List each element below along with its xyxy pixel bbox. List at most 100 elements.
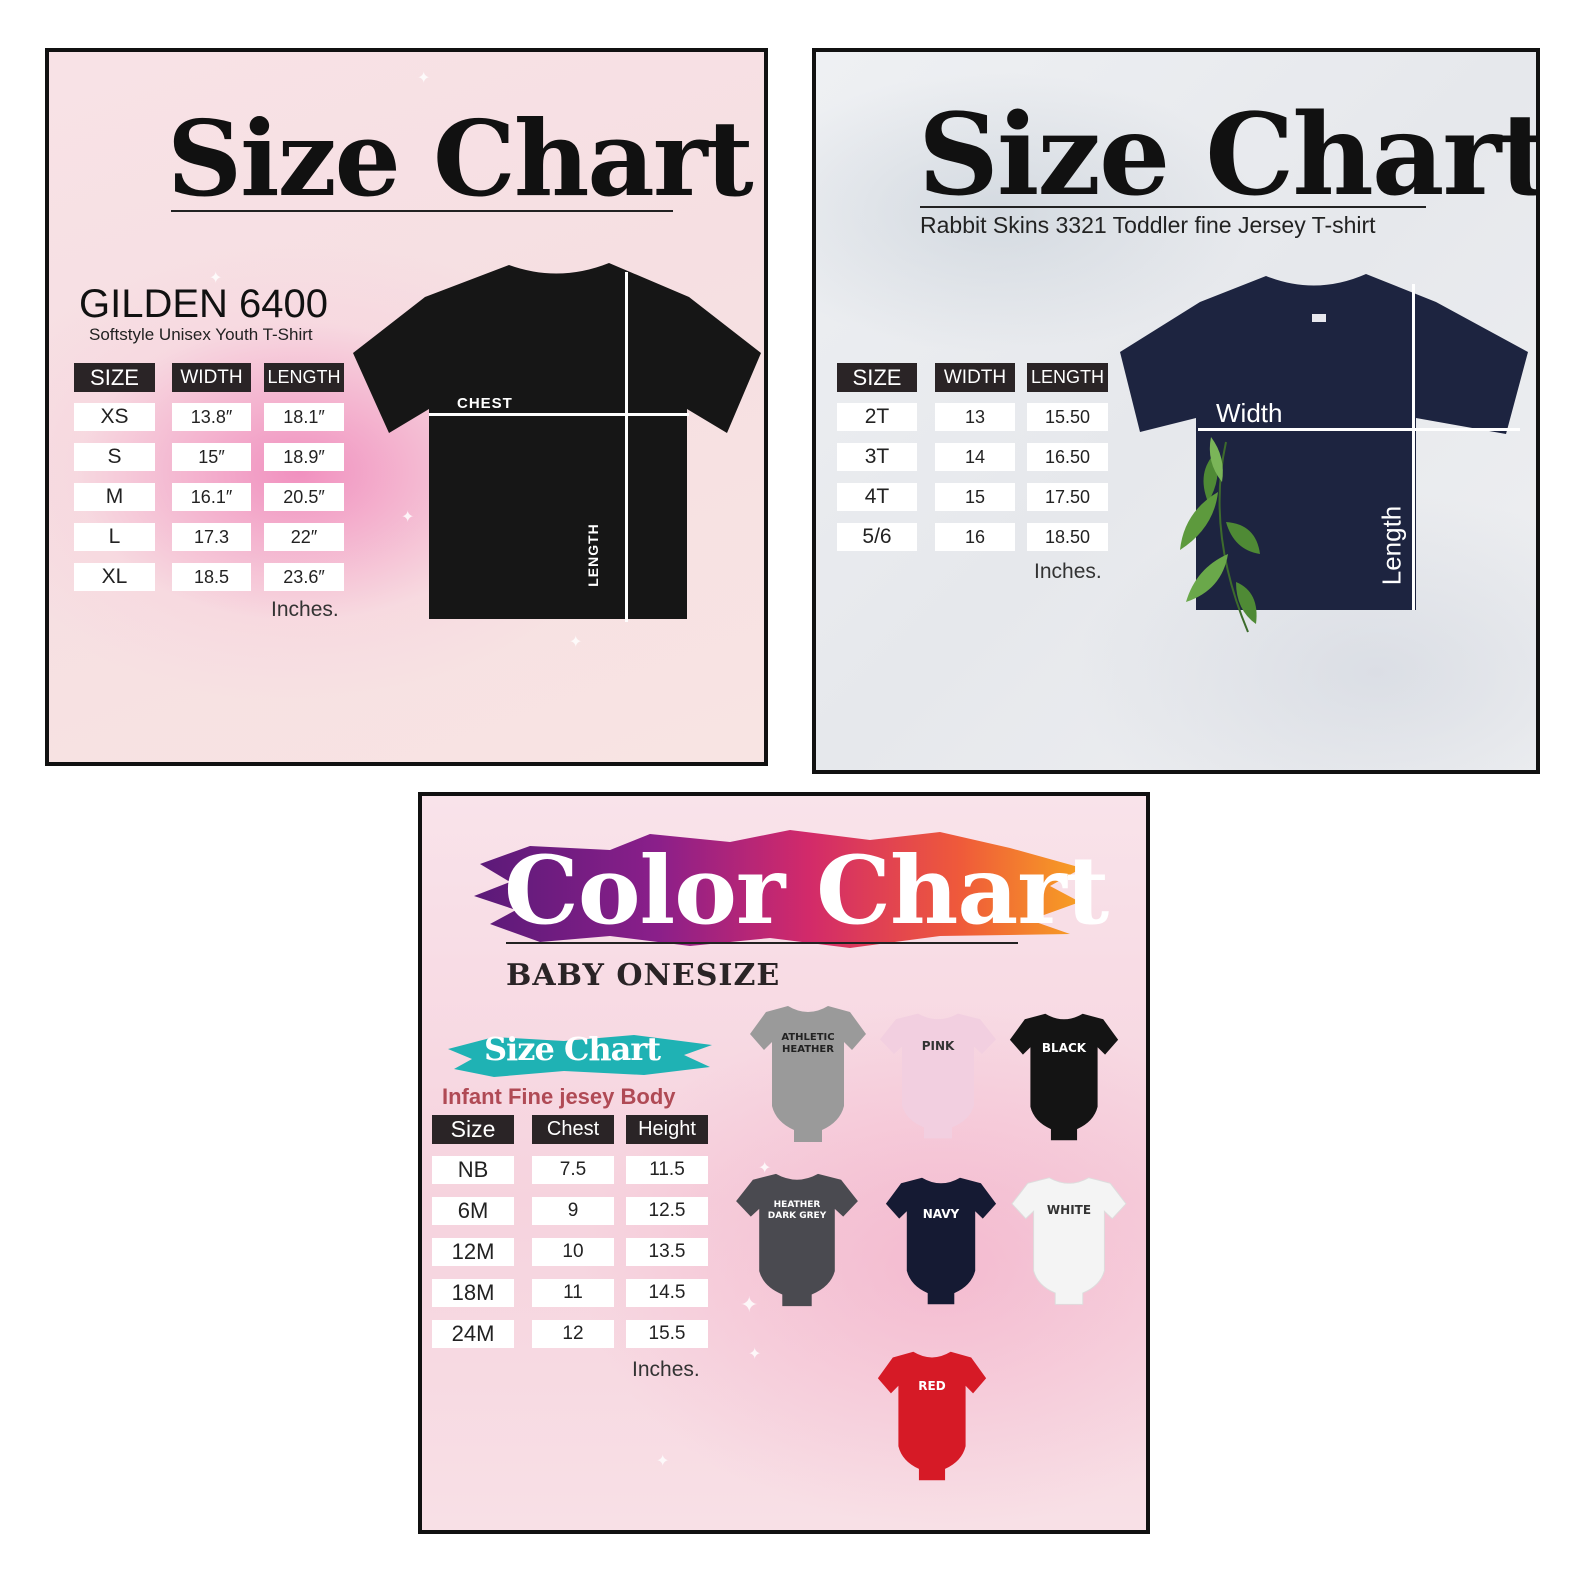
- onesie-shape: [750, 1006, 866, 1142]
- sparkle-icon: ✦: [401, 509, 415, 526]
- length-label: LENGTH: [584, 523, 601, 587]
- chest-measure-line: [429, 413, 689, 416]
- onesie-swatch: HEATHER DARK GREY: [734, 1170, 860, 1310]
- rabbit-skins-size-chart-panel: Size Chart Rabbit Skins 3321 Toddler fin…: [812, 48, 1540, 774]
- table-cell: 12M: [432, 1238, 514, 1266]
- table-cell: 17.50: [1027, 483, 1108, 511]
- onesie-swatch: BLACK: [1008, 1010, 1120, 1144]
- tshirt-illustration: [353, 263, 761, 619]
- length-label: Length: [1376, 505, 1407, 586]
- title-underline: [920, 206, 1426, 208]
- onesie-swatch: ATHLETIC HEATHER: [748, 1002, 868, 1146]
- table-cell: 24M: [432, 1320, 514, 1348]
- table-cell: 23.6″: [264, 563, 344, 591]
- table-cell: 16: [935, 523, 1015, 551]
- sparkle-icon: ✦: [417, 70, 431, 87]
- table-cell: 7.5: [532, 1156, 614, 1184]
- onesie-shape: [736, 1173, 858, 1307]
- sparkle-icon: ✦: [758, 1160, 772, 1177]
- product-name: Infant Fine jesey Body: [442, 1084, 676, 1109]
- panel-title: Color Chart: [504, 836, 1109, 946]
- unit-note: Inches.: [632, 1358, 700, 1381]
- header-height: Height: [626, 1115, 708, 1144]
- sparkle-icon: ✦: [209, 270, 223, 287]
- table-cell: 16.1″: [172, 483, 251, 511]
- table-cell: S: [74, 443, 155, 471]
- table-cell: 15″: [172, 443, 251, 471]
- leaf-decoration-icon: [1180, 437, 1260, 633]
- onesie-shape: [880, 1013, 996, 1139]
- onesie-swatch: RED: [876, 1348, 988, 1484]
- title-underline: [506, 942, 1018, 944]
- gildan-size-chart-panel: Size Chart GILDEN 6400 Softstyle Unisex …: [45, 48, 768, 766]
- table-cell: 14.5: [626, 1279, 708, 1307]
- chest-label: CHEST: [457, 395, 513, 412]
- table-cell: XL: [74, 563, 155, 591]
- onesie-shape: [885, 1177, 997, 1305]
- panel-title: Size Chart: [167, 97, 754, 220]
- sparkle-icon: ✦: [569, 634, 583, 651]
- table-cell: 16.50: [1027, 443, 1108, 471]
- header-width: WIDTH: [935, 363, 1015, 392]
- table-cell: 18.1″: [264, 403, 344, 431]
- header-size: SIZE: [837, 363, 917, 392]
- header-size: Size: [432, 1115, 514, 1144]
- width-label: Width: [1216, 398, 1283, 428]
- product-subtitle: Softstyle Unisex Youth T-Shirt: [89, 325, 313, 344]
- tshirt-shape: [353, 263, 761, 619]
- table-cell: 13: [935, 403, 1015, 431]
- table-cell: 4T: [837, 483, 917, 511]
- title-underline: [171, 210, 673, 212]
- table-cell: 18.9″: [264, 443, 344, 471]
- sparkle-icon: ✦: [748, 1346, 762, 1363]
- onesie-color-label: RED: [918, 1379, 946, 1393]
- table-cell: 12: [532, 1320, 614, 1348]
- unit-note: Inches.: [271, 598, 339, 621]
- unit-note: Inches.: [1034, 560, 1102, 583]
- sparkle-icon: ✦: [740, 1292, 759, 1317]
- table-cell: 2T: [837, 403, 917, 431]
- table-cell: 18.50: [1027, 523, 1108, 551]
- onesie-swatch: WHITE: [1010, 1174, 1128, 1308]
- onesie-swatch: NAVY: [884, 1174, 998, 1308]
- length-measure-line: [625, 272, 628, 622]
- header-width: WIDTH: [172, 363, 251, 392]
- onesie-swatch: PINK: [878, 1010, 998, 1142]
- table-cell: 5/6: [837, 523, 917, 551]
- table-cell: 6M: [432, 1197, 514, 1225]
- table-cell: 11: [532, 1279, 614, 1307]
- header-length: LENGTH: [264, 363, 344, 392]
- table-cell: 20.5″: [264, 483, 344, 511]
- table-cell: NB: [432, 1156, 514, 1184]
- brand-name: GILDEN 6400: [79, 282, 329, 326]
- onesie-color-label: ATHLETIC HEATHER: [781, 1032, 835, 1055]
- header-length: LENGTH: [1027, 363, 1108, 392]
- table-cell: 13.8″: [172, 403, 251, 431]
- table-cell: M: [74, 483, 155, 511]
- header-chest: Chest: [532, 1115, 614, 1144]
- sparkle-icon: ✦: [656, 1453, 670, 1470]
- table-cell: 13.5: [626, 1238, 708, 1266]
- onesie-color-label: BLACK: [1041, 1041, 1087, 1055]
- table-cell: L: [74, 523, 155, 551]
- table-cell: 9: [532, 1197, 614, 1225]
- table-cell: 3T: [837, 443, 917, 471]
- size-chart-label: Size Chart: [484, 1030, 661, 1068]
- table-cell: 14: [935, 443, 1015, 471]
- onesie-shape: [877, 1351, 987, 1481]
- onesie-shape: [1011, 1177, 1127, 1305]
- table-cell: 18M: [432, 1279, 514, 1307]
- table-cell: 22″: [264, 523, 344, 551]
- table-cell: 17.3: [172, 523, 251, 551]
- onesie-shape: [1009, 1013, 1119, 1141]
- onesie-color-label: NAVY: [922, 1207, 960, 1221]
- table-cell: 15.50: [1027, 403, 1108, 431]
- table-cell: XS: [74, 403, 155, 431]
- color-chart-panel: Color Chart BABY ONESIZE Size Chart Infa…: [418, 792, 1150, 1534]
- onesie-color-label: PINK: [921, 1039, 955, 1053]
- table-cell: 10: [532, 1238, 614, 1266]
- product-line-title: BABY ONESIZE: [506, 958, 781, 993]
- panel-title: Size Chart: [918, 90, 1540, 221]
- table-cell: 12.5: [626, 1197, 708, 1225]
- header-size: SIZE: [74, 363, 155, 392]
